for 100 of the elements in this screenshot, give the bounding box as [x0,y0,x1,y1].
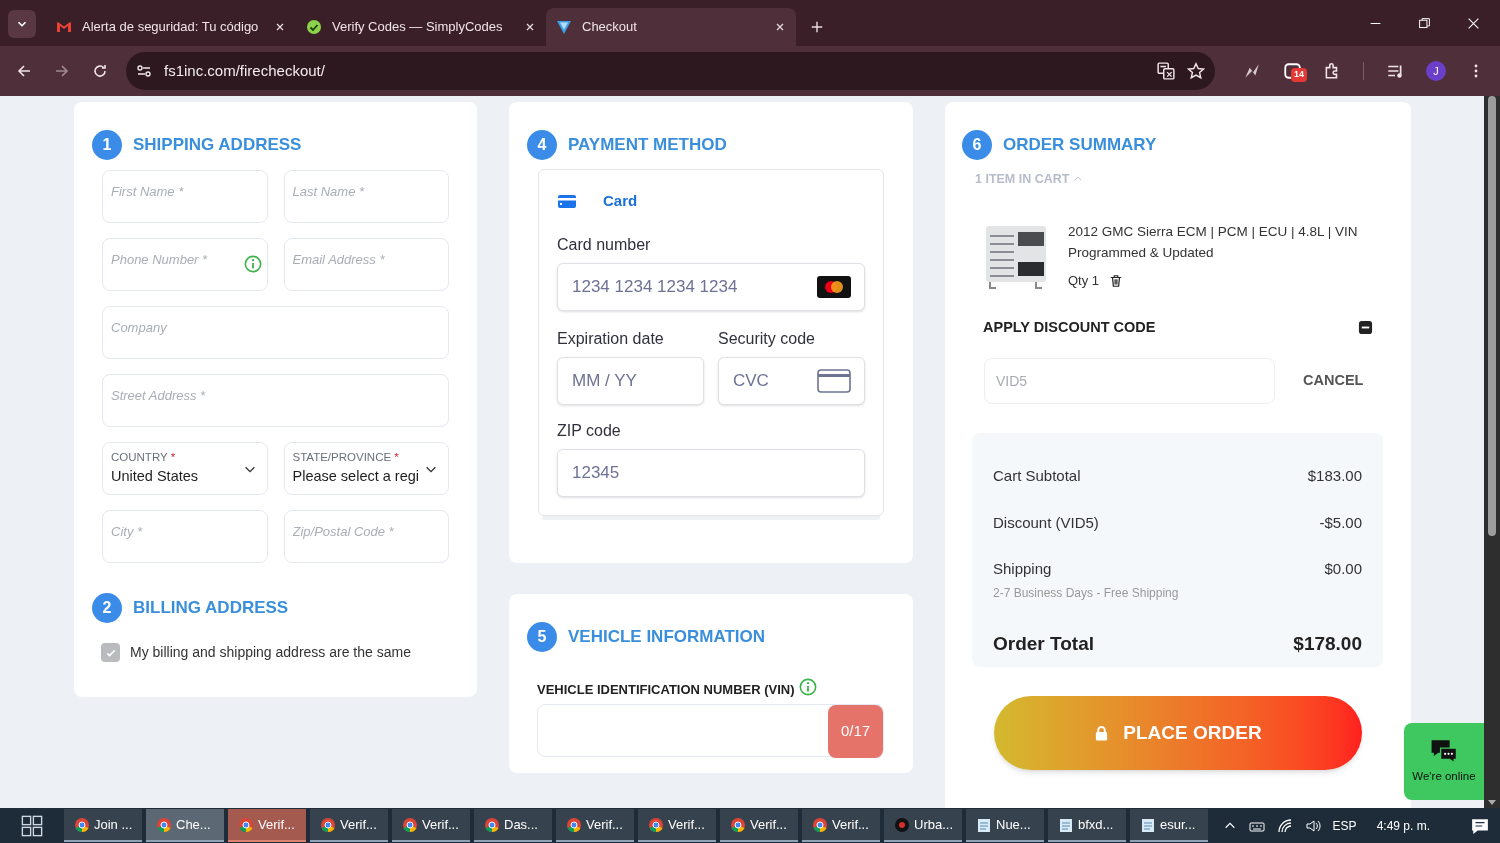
close-icon[interactable] [274,21,286,33]
notepad-icon [1140,816,1156,833]
collapse-icon[interactable] [1358,319,1373,335]
scrollbar[interactable] [1484,96,1500,808]
taskbar-item[interactable]: esur... [1130,809,1208,842]
section-title: ORDER SUMMARY [1003,134,1157,157]
tab-search-button[interactable] [8,10,36,38]
field-label: Security code [718,328,816,349]
start-icon[interactable] [21,814,43,837]
chrome-icon [402,816,418,833]
back-icon[interactable] [16,63,32,79]
browser-tab[interactable]: Verify Codes — SimplyCodes [296,8,546,46]
check-circle-icon [306,19,322,35]
summary-label: Cart Subtotal [993,466,1081,487]
chat-widget[interactable]: We're online [1404,723,1484,800]
close-icon[interactable] [524,21,536,33]
taskbar-item[interactable]: Join ... [64,809,142,842]
browser-tab[interactable]: Checkout [546,8,796,46]
site-settings-icon [136,63,152,79]
wifi-icon[interactable] [1276,817,1293,834]
section-title: PAYMENT METHOD [568,134,727,157]
taskbar-item[interactable]: Verif... [802,809,880,842]
summary-amount: $183.00 [1307,466,1362,487]
chrome-icon [156,816,172,833]
text-field[interactable]: Email Address * [283,238,449,291]
media-player-icon [894,816,910,833]
text-field[interactable]: Last Name * [283,170,449,223]
checkbox[interactable] [101,643,120,662]
taskbar-item[interactable]: Verif... [556,809,634,842]
text-field[interactable]: First Name * [102,170,268,223]
step-number: 1 [92,130,122,160]
close-icon[interactable] [774,21,786,33]
notepad-icon [1058,816,1074,833]
dropdown[interactable]: COUNTRY * United States [102,442,268,495]
text-field[interactable]: CVC [718,356,865,405]
logo-icon [556,19,572,35]
taskbar-item[interactable]: bfxd... [1048,809,1126,842]
close-icon[interactable] [1467,16,1480,30]
field-label: COUNTRY * [111,450,177,465]
taskbar-item[interactable]: Urba... [884,809,962,842]
taskbar-item[interactable]: Nue... [966,809,1044,842]
text-field[interactable]: City * [102,510,268,563]
taskbar-item[interactable]: Verif... [392,809,470,842]
quantity: Qty 1 [1068,272,1100,290]
extension-badge: 14 [1291,68,1307,82]
text-field[interactable]: Phone Number * [102,238,268,291]
profile-avatar[interactable]: J [1426,61,1446,81]
reload-icon[interactable] [92,63,108,79]
step-number: 2 [92,593,122,623]
step-number: 5 [527,622,557,652]
taskbar-item[interactable]: Che... [146,809,224,842]
translate-icon[interactable] [1157,62,1175,80]
discount-title: APPLY DISCOUNT CODE [983,317,1156,337]
chat-bubbles-icon [1429,737,1459,764]
mail-icon [56,19,72,35]
notification-icon[interactable] [1471,816,1489,835]
tab-title: Checkout [582,18,638,37]
section-title: SHIPPING ADDRESS [133,134,302,157]
language-indicator[interactable]: ESP [1332,816,1357,835]
url-text: fs1inc.com/firecheckout/ [164,60,326,81]
media-icon[interactable] [1386,62,1404,80]
shipping-note: 2-7 Business Days - Free Shipping [993,584,1179,602]
text-field[interactable]: 1234 1234 1234 1234 [557,262,865,311]
restore-icon[interactable] [1418,16,1431,30]
tab-title: Alerta de seguridad: Tu código [82,18,260,37]
payment-method-tab[interactable]: Card [603,190,638,213]
info-icon [798,677,817,696]
cvc-card-icon [817,368,851,393]
chrome-icon [320,816,336,833]
chrome-icon [648,816,664,833]
taskbar-item[interactable]: Verif... [638,809,716,842]
total-amount: $178.00 [1293,631,1362,656]
card-icon [557,192,577,211]
text-field[interactable]: Street Address * [102,374,449,427]
text-field[interactable]: 12345 [557,448,865,497]
field-label: Card number [557,234,652,255]
text-field[interactable]: Zip/Postal Code * [283,510,449,563]
star-icon[interactable] [1187,62,1205,80]
volume-icon[interactable] [1304,817,1321,834]
lock-icon [1094,724,1110,742]
taskbar-item[interactable]: Verif... [228,809,306,842]
summary-label: Discount (VID5) [993,512,1099,533]
mastercard-icon [817,275,851,298]
taskbar-item[interactable]: Verif... [720,809,798,842]
plus-icon[interactable] [810,20,824,34]
summary-label: Shipping [993,559,1053,580]
dropdown[interactable]: STATE/PROVINCE * Please select a regi [283,442,449,495]
text-field[interactable]: Company [102,306,449,359]
text-field[interactable]: MM / YY [557,356,704,405]
field-label: ZIP code [557,420,622,441]
clock[interactable]: 4:49 p. m. [1376,816,1430,835]
taskbar-item[interactable]: Verif... [310,809,388,842]
chrome-icon [238,816,254,833]
browser-tab[interactable]: Alerta de seguridad: Tu código [46,8,296,46]
forward-icon[interactable] [54,63,70,79]
taskbar-item[interactable]: Das... [474,809,552,842]
chrome-icon [566,816,582,833]
summary-amount: -$5.00 [1319,512,1362,533]
address-bar[interactable]: fs1inc.com/firecheckout/ [126,52,1215,90]
trash-icon[interactable] [1109,273,1124,288]
